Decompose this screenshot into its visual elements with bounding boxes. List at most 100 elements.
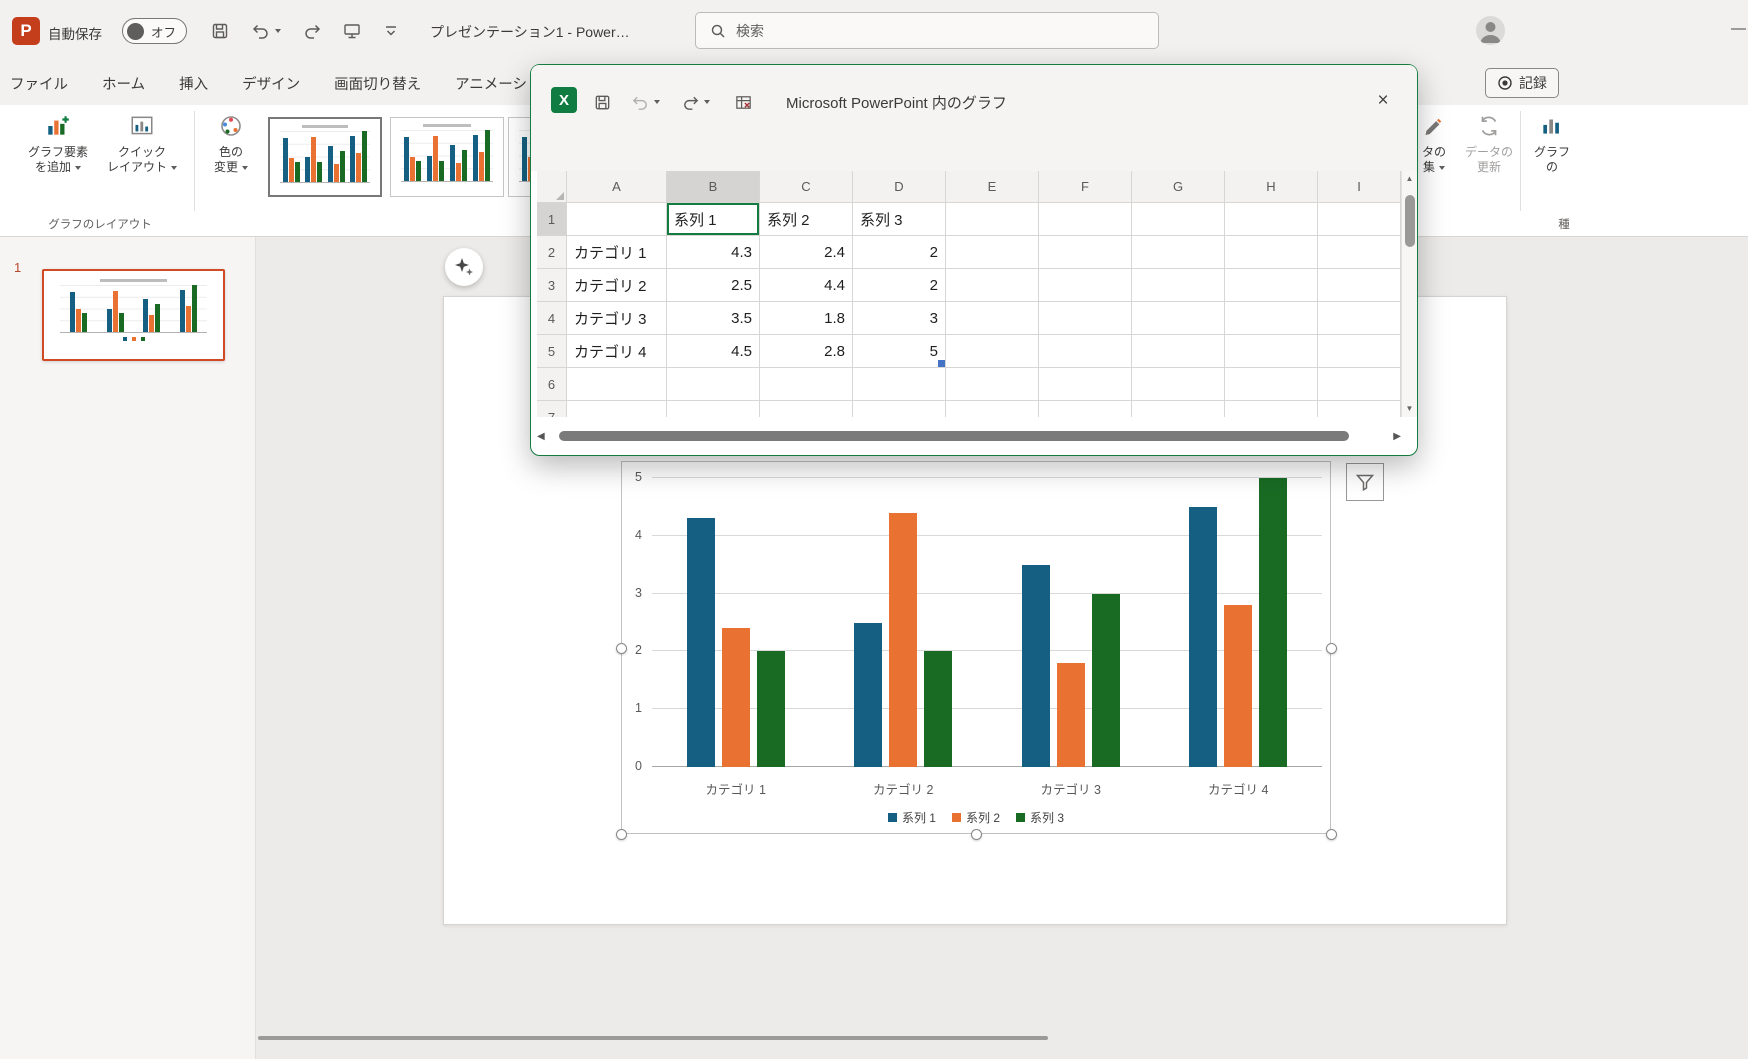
cell-G1[interactable] xyxy=(1132,203,1225,236)
record-button[interactable]: 記録 xyxy=(1485,68,1559,98)
cell-F5[interactable] xyxy=(1039,335,1132,368)
cell-C7[interactable] xyxy=(760,401,853,417)
bar[interactable] xyxy=(757,651,785,767)
cell-D6[interactable] xyxy=(853,368,946,401)
cell-I1[interactable] xyxy=(1318,203,1401,236)
bar[interactable] xyxy=(1259,478,1287,767)
cell-H4[interactable] xyxy=(1225,302,1318,335)
cell-D1[interactable]: 系列 3 xyxy=(853,203,946,236)
scroll-up-icon[interactable]: ▲ xyxy=(1406,171,1414,187)
cell-A5[interactable]: カテゴリ 4 xyxy=(567,335,667,368)
cell-E6[interactable] xyxy=(946,368,1039,401)
cell-B3[interactable]: 2.5 xyxy=(667,269,760,302)
change-colors-button[interactable]: 色の 変更 xyxy=(202,113,260,175)
dialog-redo-button[interactable] xyxy=(681,90,710,114)
change-chart-type-button[interactable]: グラフ の xyxy=(1526,113,1578,175)
cell-G2[interactable] xyxy=(1132,236,1225,269)
start-slideshow-button[interactable] xyxy=(337,17,367,45)
row-header-1[interactable]: 1 xyxy=(537,203,567,236)
chart-style-thumbnail-1[interactable] xyxy=(268,117,382,197)
cell-I4[interactable] xyxy=(1318,302,1401,335)
cell-D7[interactable] xyxy=(853,401,946,417)
horizontal-scroll-thumb[interactable] xyxy=(559,431,1350,441)
chart-filters-button[interactable] xyxy=(1346,463,1384,501)
cell-B2[interactable]: 4.3 xyxy=(667,236,760,269)
cell-I7[interactable] xyxy=(1318,401,1401,417)
document-title[interactable]: プレゼンテーション1 - Power… xyxy=(430,22,630,42)
cell-D4[interactable]: 3 xyxy=(853,302,946,335)
column-header-E[interactable]: E xyxy=(946,171,1039,203)
cell-F4[interactable] xyxy=(1039,302,1132,335)
autosave-toggle[interactable]: オフ xyxy=(122,18,187,44)
bar[interactable] xyxy=(1022,565,1050,767)
redo-button[interactable] xyxy=(297,17,327,45)
resize-handle-bottom-right[interactable] xyxy=(1326,829,1337,840)
dialog-close-button[interactable]: × xyxy=(1369,87,1397,115)
resize-handle-bottom-left[interactable] xyxy=(616,829,627,840)
cell-F7[interactable] xyxy=(1039,401,1132,417)
column-header-D[interactable]: D xyxy=(853,171,946,203)
powerpoint-logo-icon[interactable]: P xyxy=(12,17,40,45)
cell-H5[interactable] xyxy=(1225,335,1318,368)
cell-H1[interactable] xyxy=(1225,203,1318,236)
cell-D2[interactable]: 2 xyxy=(853,236,946,269)
cell-D5[interactable]: 5 xyxy=(853,335,946,368)
slide-thumbnail-1[interactable] xyxy=(42,269,225,361)
tab-design[interactable]: デザイン xyxy=(242,73,300,94)
cell-B4[interactable]: 3.5 xyxy=(667,302,760,335)
scroll-right-icon[interactable]: ▶ xyxy=(1393,431,1401,442)
bar[interactable] xyxy=(924,651,952,767)
tab-transitions[interactable]: 画面切り替え xyxy=(334,73,421,94)
bar[interactable] xyxy=(722,628,750,767)
cell-F2[interactable] xyxy=(1039,236,1132,269)
save-button[interactable] xyxy=(205,17,235,45)
bar[interactable] xyxy=(1092,594,1120,767)
select-all-corner[interactable] xyxy=(537,171,567,203)
column-header-I[interactable]: I xyxy=(1318,171,1401,203)
cell-B6[interactable] xyxy=(667,368,760,401)
tab-file[interactable]: ファイル xyxy=(10,73,68,94)
column-header-H[interactable]: H xyxy=(1225,171,1318,203)
cell-E7[interactable] xyxy=(946,401,1039,417)
cell-I5[interactable] xyxy=(1318,335,1401,368)
cell-I6[interactable] xyxy=(1318,368,1401,401)
toolbar-options-button[interactable] xyxy=(376,17,406,45)
cell-A6[interactable] xyxy=(567,368,667,401)
cell-C6[interactable] xyxy=(760,368,853,401)
cell-E5[interactable] xyxy=(946,335,1039,368)
add-chart-element-button[interactable]: グラフ要素 を追加 xyxy=(16,113,100,175)
scroll-left-icon[interactable]: ◀ xyxy=(537,431,545,442)
row-header-4[interactable]: 4 xyxy=(537,302,567,335)
cell-C1[interactable]: 系列 2 xyxy=(760,203,853,236)
search-box[interactable]: 検索 xyxy=(695,12,1159,49)
column-header-A[interactable]: A xyxy=(567,171,667,203)
cell-E4[interactable] xyxy=(946,302,1039,335)
cell-C2[interactable]: 2.4 xyxy=(760,236,853,269)
row-header-5[interactable]: 5 xyxy=(537,335,567,368)
column-header-B[interactable]: B xyxy=(667,171,760,203)
cell-A4[interactable]: カテゴリ 3 xyxy=(567,302,667,335)
cell-A1[interactable] xyxy=(567,203,667,236)
row-header-3[interactable]: 3 xyxy=(537,269,567,302)
spreadsheet[interactable]: ABCDEFGHI1系列 1系列 2系列 32カテゴリ 14.32.423カテゴ… xyxy=(537,171,1401,417)
tab-insert[interactable]: 挿入 xyxy=(179,73,208,94)
tab-home[interactable]: ホーム xyxy=(102,73,145,94)
cell-I3[interactable] xyxy=(1318,269,1401,302)
chart-style-thumbnail-2[interactable] xyxy=(390,117,504,197)
column-header-C[interactable]: C xyxy=(760,171,853,203)
avatar[interactable] xyxy=(1476,16,1505,45)
cell-F1[interactable] xyxy=(1039,203,1132,236)
cell-E2[interactable] xyxy=(946,236,1039,269)
cell-G6[interactable] xyxy=(1132,368,1225,401)
bar[interactable] xyxy=(854,623,882,768)
cell-A7[interactable] xyxy=(567,401,667,417)
row-header-6[interactable]: 6 xyxy=(537,368,567,401)
column-header-G[interactable]: G xyxy=(1132,171,1225,203)
vertical-scroll-thumb[interactable] xyxy=(1405,195,1415,247)
cell-H3[interactable] xyxy=(1225,269,1318,302)
cell-G5[interactable] xyxy=(1132,335,1225,368)
cell-G7[interactable] xyxy=(1132,401,1225,417)
canvas-horizontal-scrollbar[interactable] xyxy=(258,1036,1048,1040)
cell-G4[interactable] xyxy=(1132,302,1225,335)
edit-data-in-excel-button[interactable] xyxy=(734,90,753,114)
